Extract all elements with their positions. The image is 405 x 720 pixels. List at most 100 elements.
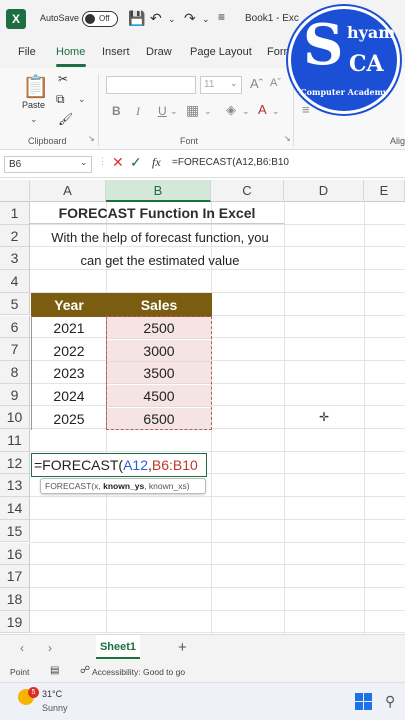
tab-draw[interactable]: Draw bbox=[146, 46, 172, 58]
sales-header-cell[interactable]: Sales bbox=[106, 293, 212, 317]
column-header-a[interactable]: A bbox=[30, 180, 106, 202]
weather-temperature[interactable]: 31°C bbox=[42, 689, 62, 699]
clipboard-launcher-icon[interactable]: ↘ bbox=[88, 134, 95, 143]
underline-dropdown-icon[interactable]: ⌄ bbox=[170, 106, 178, 117]
sheet-title-cell[interactable]: FORECAST Function In Excel bbox=[30, 202, 284, 224]
font-size-dropdown-icon[interactable]: ⌄ bbox=[230, 78, 238, 89]
logo-initial: S bbox=[303, 12, 344, 78]
row-header-8[interactable]: 8 bbox=[0, 360, 30, 384]
font-launcher-icon[interactable]: ↘ bbox=[284, 134, 291, 143]
year-cell[interactable]: 2022 bbox=[32, 340, 106, 362]
autosave-label: AutoSave bbox=[40, 13, 80, 23]
row-header-14[interactable]: 14 bbox=[0, 497, 30, 520]
column-header-d[interactable]: D bbox=[284, 180, 364, 202]
year-cell[interactable]: 2024 bbox=[32, 385, 106, 407]
enter-icon[interactable]: ✓ bbox=[130, 154, 142, 171]
row-header-12[interactable]: 12 bbox=[0, 451, 30, 475]
row-header-2[interactable]: 2 bbox=[0, 224, 30, 248]
windows-start-icon[interactable] bbox=[355, 693, 373, 711]
font-color-icon[interactable]: A bbox=[258, 102, 267, 117]
name-box-dropdown-icon[interactable]: ⌄ bbox=[80, 157, 88, 168]
gridline bbox=[30, 246, 405, 248]
year-cell[interactable]: 2025 bbox=[32, 408, 106, 430]
logo-text-top: hyam bbox=[347, 23, 396, 42]
row-header-19[interactable]: 19 bbox=[0, 610, 30, 634]
year-cell[interactable]: 2023 bbox=[32, 362, 106, 384]
row-header-9[interactable]: 9 bbox=[0, 383, 30, 407]
add-sheet-button[interactable]: + bbox=[178, 639, 187, 656]
font-color-dropdown-icon[interactable]: ⌄ bbox=[272, 106, 280, 117]
row-header-1[interactable]: 1 bbox=[0, 202, 30, 225]
worksheet-grid[interactable]: 1 2 3 4 5 6 7 8 9 10 11 12 13 14 15 16 17 18 19 FORECAST F… bbox=[0, 202, 405, 634]
row-header-11[interactable]: 11 bbox=[0, 429, 30, 452]
autosave-toggle[interactable]: Off bbox=[82, 11, 118, 27]
year-cell[interactable]: 2021 bbox=[32, 317, 106, 339]
redo-dropdown-icon[interactable]: ⌄ bbox=[202, 14, 210, 25]
save-icon[interactable]: 💾 bbox=[128, 10, 145, 27]
tab-page-layout[interactable]: Page Layout bbox=[190, 46, 252, 58]
copy-icon[interactable]: ⧉ bbox=[56, 92, 65, 107]
formula-input[interactable]: =FORECAST(A12,B6:B10 bbox=[172, 157, 289, 168]
copy-dropdown-icon[interactable]: ⌄ bbox=[78, 94, 86, 105]
function-tooltip[interactable]: FORECAST(x, known_ys, known_xs) bbox=[40, 478, 206, 494]
start-tile bbox=[364, 702, 372, 710]
column-header-c[interactable]: C bbox=[211, 180, 284, 202]
redo-icon[interactable]: ↷ bbox=[184, 10, 196, 27]
row-header-5[interactable]: 5 bbox=[0, 292, 30, 316]
windows-taskbar: 5 31°C Sunny ⚲ bbox=[0, 682, 405, 720]
weather-condition[interactable]: Sunny bbox=[42, 703, 68, 713]
row-header-7[interactable]: 7 bbox=[0, 338, 30, 361]
borders-dropdown-icon[interactable]: ⌄ bbox=[204, 106, 212, 117]
row-header-17[interactable]: 17 bbox=[0, 565, 30, 588]
column-header-b[interactable]: B bbox=[106, 180, 211, 202]
row-header-16[interactable]: 16 bbox=[0, 542, 30, 566]
fill-color-icon[interactable]: ◈ bbox=[226, 102, 236, 118]
row-header-6[interactable]: 6 bbox=[0, 315, 30, 339]
accessibility-status[interactable]: Accessibility: Good to go bbox=[92, 667, 185, 677]
cancel-icon[interactable]: ✕ bbox=[112, 154, 124, 171]
gridline bbox=[30, 541, 405, 543]
align-left-icon[interactable]: ≡ bbox=[302, 102, 310, 117]
prev-sheet-icon[interactable]: ‹ bbox=[20, 641, 24, 655]
customize-toolbar-icon[interactable]: ≡ bbox=[218, 10, 225, 24]
row-header-3[interactable]: 3 bbox=[0, 247, 30, 271]
undo-icon[interactable]: ↶ bbox=[150, 10, 162, 27]
format-painter-icon[interactable]: 🖌 bbox=[58, 112, 73, 126]
description-line-1[interactable]: With the help of forecast function, you bbox=[30, 230, 290, 245]
accessibility-icon[interactable]: ☍ bbox=[80, 665, 90, 676]
description-line-2[interactable]: can get the estimated value bbox=[30, 253, 290, 268]
column-header-e[interactable]: E bbox=[364, 180, 405, 202]
next-sheet-icon[interactable]: › bbox=[48, 641, 52, 655]
select-all-corner[interactable] bbox=[0, 180, 30, 202]
increase-font-icon[interactable]: Aˆ bbox=[250, 76, 263, 91]
font-name-select[interactable] bbox=[106, 76, 196, 94]
active-cell-editor[interactable]: =FORECAST(A12,B6:B10 bbox=[31, 453, 207, 477]
underline-button[interactable]: U bbox=[158, 104, 167, 118]
gridline bbox=[30, 269, 405, 271]
cut-icon[interactable]: ✂ bbox=[58, 72, 68, 86]
italic-button[interactable]: I bbox=[136, 104, 140, 119]
name-box[interactable]: B6 bbox=[4, 156, 92, 173]
decrease-font-icon[interactable]: Aˇ bbox=[270, 77, 281, 89]
bold-button[interactable]: B bbox=[112, 104, 121, 118]
tab-file[interactable]: File bbox=[18, 46, 36, 58]
search-icon[interactable]: ⚲ bbox=[385, 693, 395, 710]
undo-dropdown-icon[interactable]: ⌄ bbox=[168, 14, 176, 25]
row-header-15[interactable]: 15 bbox=[0, 519, 30, 543]
insert-function-button[interactable]: fx bbox=[152, 155, 161, 170]
tab-home[interactable]: Home bbox=[56, 46, 85, 58]
macro-record-icon[interactable]: ▤ bbox=[50, 665, 59, 676]
borders-icon[interactable]: ▦ bbox=[186, 102, 199, 119]
paste-icon[interactable]: 📋 bbox=[22, 74, 49, 100]
fill-color-dropdown-icon[interactable]: ⌄ bbox=[242, 106, 250, 117]
row-header-4[interactable]: 4 bbox=[0, 270, 30, 293]
paste-label[interactable]: Paste bbox=[22, 100, 45, 110]
year-header-cell[interactable]: Year bbox=[31, 293, 107, 317]
row-header-10[interactable]: 10 bbox=[0, 406, 30, 429]
row-header-18[interactable]: 18 bbox=[0, 587, 30, 611]
paste-dropdown-icon[interactable]: ⌄ bbox=[30, 114, 38, 125]
tab-insert[interactable]: Insert bbox=[102, 46, 130, 58]
row-header-13[interactable]: 13 bbox=[0, 474, 30, 498]
start-tile bbox=[355, 702, 363, 710]
sheet-tab-sheet1[interactable]: Sheet1 bbox=[96, 635, 140, 659]
